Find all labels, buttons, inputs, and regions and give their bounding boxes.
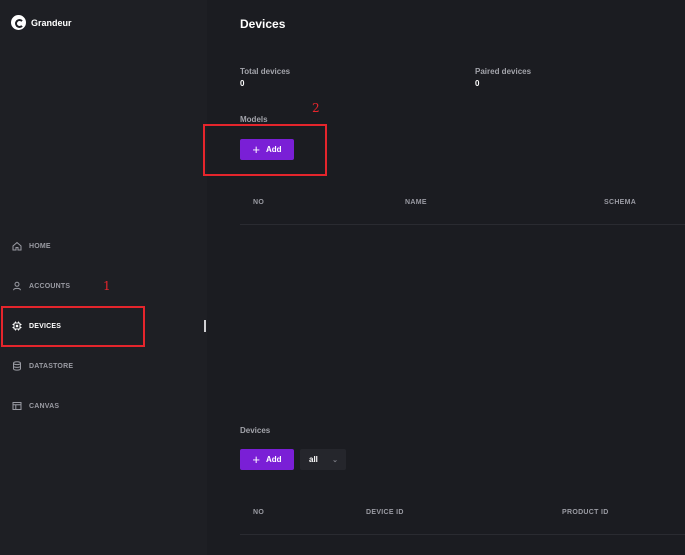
user-icon xyxy=(13,281,21,291)
add-device-button[interactable]: + Add xyxy=(240,449,294,470)
models-column-no: NO xyxy=(253,199,265,206)
chevron-down-icon: ⌄ xyxy=(332,456,338,464)
sidebar-item-label: CANVAS xyxy=(29,402,60,410)
sidebar-item-label: DATASTORE xyxy=(29,362,74,370)
devices-column-device-id: DEVICE ID xyxy=(366,509,404,516)
sidebar: Grandeur HOME ACCOUNTS DEVICES DATASTORE… xyxy=(0,0,207,555)
models-table-divider xyxy=(240,224,685,225)
database-icon xyxy=(13,361,21,371)
annotation-box-2 xyxy=(203,124,327,176)
sidebar-collapse-handle[interactable] xyxy=(204,320,206,332)
annotation-number-1: 1 xyxy=(103,279,111,293)
device-filter-select[interactable]: all ⌄ xyxy=(300,449,346,470)
paired-devices-value: 0 xyxy=(475,79,480,88)
sidebar-item-accounts[interactable]: ACCOUNTS xyxy=(12,281,70,291)
sidebar-item-datastore[interactable]: DATASTORE xyxy=(12,361,73,371)
page-title: Devices xyxy=(240,17,286,31)
sidebar-item-home[interactable]: HOME xyxy=(12,241,51,251)
home-icon xyxy=(12,241,22,251)
devices-section-label: Devices xyxy=(240,426,271,435)
layout-icon xyxy=(12,402,22,410)
brand-name: Grandeur xyxy=(31,17,72,28)
annotation-box-1 xyxy=(1,306,145,347)
annotation-number-2: 2 xyxy=(312,101,320,115)
device-filter-value: all xyxy=(309,455,318,464)
sidebar-item-canvas[interactable]: CANVAS xyxy=(12,401,59,411)
grandeur-logo-icon xyxy=(11,15,26,30)
paired-devices-label: Paired devices xyxy=(475,67,532,76)
sidebar-item-label: HOME xyxy=(29,242,51,250)
plus-icon: + xyxy=(252,451,261,467)
devices-column-product-id: PRODUCT ID xyxy=(562,509,609,516)
main-content: Devices Total devices 0 Paired devices 0… xyxy=(207,0,685,555)
sidebar-item-label: ACCOUNTS xyxy=(29,282,71,290)
devices-column-no: NO xyxy=(253,509,265,516)
total-devices-label: Total devices xyxy=(240,67,291,76)
models-column-schema: SCHEMA xyxy=(604,199,637,206)
add-device-button-label: Add xyxy=(266,455,282,464)
models-section-label: Models xyxy=(240,115,268,124)
devices-table-divider xyxy=(240,534,685,535)
brand[interactable]: Grandeur xyxy=(11,15,72,30)
total-devices-value: 0 xyxy=(240,79,245,88)
models-column-name: NAME xyxy=(405,199,427,206)
